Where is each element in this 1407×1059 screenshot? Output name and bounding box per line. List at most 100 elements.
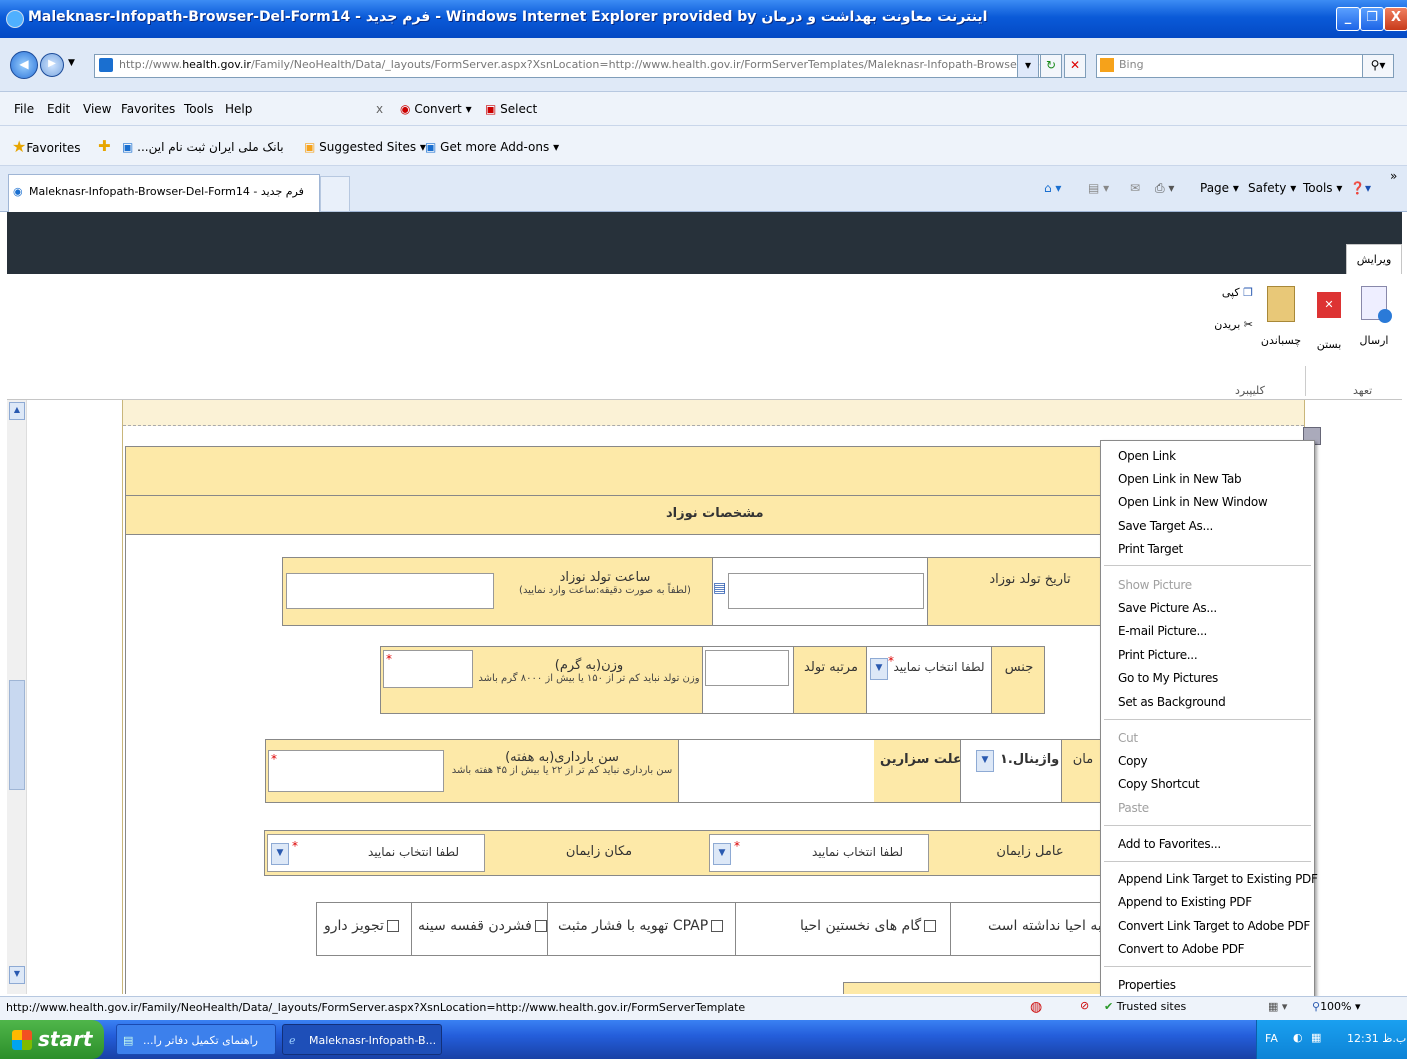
zone-indicator[interactable]: ✔ Trusted sites <box>1104 1000 1186 1013</box>
ctx-set-background[interactable]: Set as Background <box>1118 695 1226 709</box>
add-favorite-icon[interactable]: ✚ <box>98 137 111 155</box>
gest-age-input[interactable] <box>268 750 444 792</box>
delivery-type-select[interactable]: ۱.واژینال <box>1000 752 1059 767</box>
safety-menu[interactable]: Safety ▾ <box>1248 181 1296 195</box>
language-indicator[interactable]: FA <box>1265 1032 1278 1045</box>
popup-blocked-icon[interactable]: ⊘ <box>1080 999 1089 1012</box>
weight-input[interactable] <box>383 650 473 688</box>
birth-date-input[interactable] <box>728 573 924 609</box>
stop-icon[interactable]: ✕ <box>1064 54 1086 78</box>
ctx-append-link-pdf[interactable]: Append Link Target to Existing PDF <box>1118 872 1318 886</box>
menu-view[interactable]: View <box>83 102 111 116</box>
ctx-open-link[interactable]: Open Link <box>1118 449 1176 463</box>
taskbar-item-ie[interactable]: ℯ Maleknasr-Infopath-B... <box>282 1024 442 1055</box>
birth-order-input[interactable] <box>705 650 789 686</box>
paste-button[interactable]: چسباندن <box>1257 286 1305 347</box>
birth-time-input[interactable] <box>286 573 494 609</box>
protected-mode-icon[interactable]: ▦ ▾ <box>1268 1000 1287 1013</box>
gender-select[interactable]: لطفا انتخاب نمایید <box>890 660 988 674</box>
get-addons[interactable]: ▣ Get more Add-ons ▾ <box>425 140 559 154</box>
minimize-button[interactable]: _ <box>1336 7 1360 31</box>
delivery-place-select[interactable]: ▼ * لطفا انتخاب نمایید <box>267 834 485 872</box>
delivery-agent-select[interactable]: ▼ * لطفا انتخاب نمایید <box>709 834 929 872</box>
url-dropdown-icon[interactable]: ▾ <box>1017 54 1039 78</box>
scroll-down-icon[interactable]: ▼ <box>9 966 25 984</box>
ctx-print-target[interactable]: Print Target <box>1118 542 1183 556</box>
ctx-copy-shortcut[interactable]: Copy Shortcut <box>1118 777 1200 791</box>
print-icon[interactable]: ⎙ ▾ <box>1155 181 1174 196</box>
scroll-up-icon[interactable]: ▲ <box>9 402 25 420</box>
chest-checkbox[interactable] <box>534 920 547 932</box>
ctx-save-target[interactable]: Save Target As... <box>1118 519 1213 533</box>
ctx-convert-link-pdf[interactable]: Convert Link Target to Adobe PDF <box>1118 919 1310 933</box>
refresh-icon[interactable]: ↻ <box>1040 54 1062 78</box>
no-resuscitation-option[interactable]: به احیا نداشته است <box>988 918 1102 934</box>
zoom-control[interactable]: ⚲100% ▾ <box>1312 1000 1361 1013</box>
tab-edit[interactable]: ویرایش <box>1346 244 1402 274</box>
ctx-copy[interactable]: Copy <box>1118 754 1148 768</box>
ctx-open-link-new-window[interactable]: Open Link in New Window <box>1118 495 1268 509</box>
taskbar-item-word[interactable]: ▤ ...راهنمای تکمیل دفاتر را <box>116 1024 276 1055</box>
tray-app-icon[interactable]: ▦ <box>1311 1031 1321 1044</box>
place-dropdown-icon[interactable]: ▼ <box>271 843 289 865</box>
copy-button[interactable]: کپی ❐ <box>1203 286 1253 299</box>
ctx-add-favorites[interactable]: Add to Favorites... <box>1118 837 1221 851</box>
menu-tools[interactable]: Tools <box>184 102 214 116</box>
url-field[interactable]: http://www.health.gov.ir/Family/NeoHealt… <box>94 54 1060 78</box>
ctx-open-link-new-tab[interactable]: Open Link in New Tab <box>1118 472 1242 486</box>
fav-link-bank[interactable]: ▣ ...بانک ملی ایران ثبت نام این <box>122 140 284 154</box>
toolbar-close-icon[interactable]: x <box>376 102 383 116</box>
ctx-save-picture[interactable]: Save Picture As... <box>1118 601 1217 615</box>
place-select-value: لطفا انتخاب نمایید <box>368 845 460 859</box>
scroll-thumb[interactable] <box>9 680 25 790</box>
cut-button[interactable]: بریدن ✂ <box>1203 318 1253 331</box>
select-button[interactable]: ▣ Select <box>485 102 537 116</box>
gender-dropdown-icon[interactable]: ▼ <box>870 658 888 680</box>
network-icon[interactable]: ◐ <box>1293 1031 1303 1044</box>
cpap-option[interactable]: تهویه با فشار مثبت CPAP <box>558 918 724 934</box>
more-chevron-icon[interactable]: » <box>1390 169 1397 183</box>
ctx-print-picture[interactable]: Print Picture... <box>1118 648 1198 662</box>
ctx-append-pdf[interactable]: Append to Existing PDF <box>1118 895 1252 909</box>
maximize-button[interactable]: ❐ <box>1360 7 1384 31</box>
page-menu[interactable]: Page ▾ <box>1200 181 1239 195</box>
status-bar: http://www.health.gov.ir/Family/NeoHealt… <box>0 996 1407 1020</box>
security-icon[interactable]: ◍ <box>1030 999 1042 1015</box>
delivery-type-dropdown-icon[interactable]: ▼ <box>976 750 994 772</box>
agent-dropdown-icon[interactable]: ▼ <box>713 843 731 865</box>
history-dropdown-icon[interactable]: ▼ <box>68 58 75 68</box>
menu-file[interactable]: File <box>14 102 34 116</box>
help-icon[interactable]: ❓▾ <box>1350 181 1371 195</box>
favorites-button[interactable]: ★Favorites <box>12 137 81 156</box>
menu-favorites[interactable]: Favorites <box>121 102 175 116</box>
forward-button[interactable]: ▶ <box>40 53 64 77</box>
start-button[interactable]: start <box>0 1020 104 1059</box>
ctx-email-picture[interactable]: E-mail Picture... <box>1118 624 1207 638</box>
ctx-properties[interactable]: Properties <box>1118 978 1176 992</box>
home-icon[interactable]: ⌂ ▾ <box>1044 181 1061 195</box>
search-input[interactable]: Bing <box>1096 54 1375 78</box>
feeds-icon[interactable]: ▤ ▾ <box>1088 181 1109 195</box>
close-button[interactable]: X <box>1384 7 1407 31</box>
ctx-convert-pdf[interactable]: Convert to Adobe PDF <box>1118 942 1245 956</box>
drug-option[interactable]: تجویز دارو <box>324 918 399 934</box>
tab-current[interactable]: ◉ Maleknasr-Infopath-Browser-Del-Form14 … <box>8 174 320 212</box>
first-steps-checkbox[interactable] <box>924 920 937 932</box>
cpap-checkbox[interactable] <box>711 920 724 932</box>
suggested-sites[interactable]: ▣ Suggested Sites ▾ <box>304 140 426 154</box>
back-button[interactable]: ◀ <box>10 51 38 79</box>
tools-menu[interactable]: Tools ▾ <box>1303 181 1342 195</box>
menu-edit[interactable]: Edit <box>47 102 70 116</box>
first-steps-option[interactable]: گام های نخستین احیا <box>800 918 937 934</box>
send-button[interactable]: ارسال <box>1352 286 1396 347</box>
convert-button[interactable]: ◉ Convert ▾ <box>400 102 472 116</box>
calendar-icon[interactable]: ▤ <box>713 580 726 596</box>
ctx-go-to-pictures[interactable]: Go to My Pictures <box>1118 671 1218 685</box>
new-tab-button[interactable] <box>320 176 350 212</box>
drug-checkbox[interactable] <box>386 920 399 932</box>
chest-option[interactable]: فشردن قفسه سینه <box>418 918 547 934</box>
close-form-button[interactable]: ✕ بستن <box>1309 292 1349 351</box>
mail-icon[interactable]: ✉ <box>1130 181 1140 195</box>
search-button[interactable]: ⚲▾ <box>1362 54 1394 78</box>
menu-help[interactable]: Help <box>225 102 252 116</box>
